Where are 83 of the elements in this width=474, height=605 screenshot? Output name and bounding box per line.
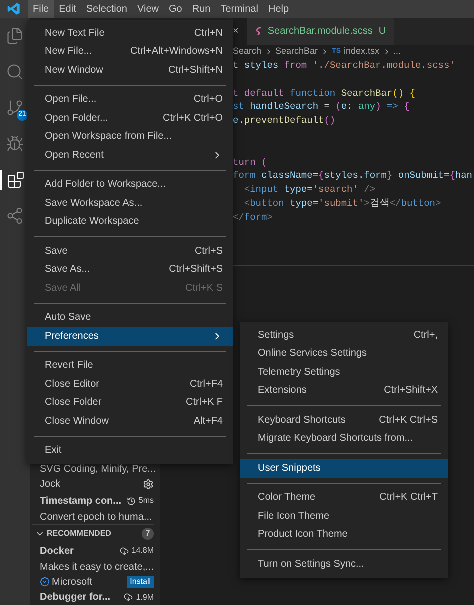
extension-description: SVG Coding, Minify, Pre... (40, 463, 154, 476)
sass-icon (254, 27, 264, 36)
menu-bar-item[interactable]: Edit (54, 0, 82, 18)
logo-icon (7, 2, 21, 16)
source-control-icon (6, 99, 24, 117)
menu-item[interactable]: Auto Save (27, 308, 233, 327)
remote-icon (6, 207, 24, 225)
menu-item[interactable]: Extensions Ctrl+Shift+X (240, 382, 448, 400)
menu-item[interactable]: Open Recent (27, 146, 233, 164)
extensions-icon (7, 171, 25, 189)
editor-tab[interactable]: SearchBar.module.scss U (246, 18, 394, 45)
menu-bar-item[interactable]: Terminal (216, 0, 264, 18)
code-line: </form> (233, 212, 273, 223)
verified-icon (40, 577, 50, 587)
extension-publisher: Microsoft (52, 576, 94, 590)
menu-bar-item[interactable]: Selection (81, 0, 132, 18)
menu-item[interactable]: Add Folder to Workspace... (27, 176, 233, 194)
tab-label: SearchBar.module.scss (268, 25, 373, 39)
menu-item[interactable]: Open File... Ctrl+O (27, 90, 233, 109)
breadcrumb-item[interactable]: SearchBar (276, 45, 318, 59)
menu-item[interactable]: New Text File Ctrl+N (27, 24, 233, 42)
code-line: turn ( (233, 156, 268, 168)
breadcrumb-item[interactable]: Search (233, 45, 262, 59)
menu-item[interactable]: New Window Ctrl+Shift+N (27, 61, 233, 80)
menu-item[interactable]: Close Window Alt+F4 (27, 412, 233, 430)
menu-item[interactable]: Preferences (27, 327, 233, 346)
menu-item[interactable]: New File... Ctrl+Alt+Windows+N (27, 42, 233, 61)
download-icon (120, 546, 129, 556)
menu-item[interactable]: Duplicate Workspace (27, 212, 233, 231)
menu-item[interactable]: Color Theme Ctrl+K Ctrl+T (240, 488, 448, 507)
extension-meta: 5ms (138, 495, 154, 507)
menu-item[interactable]: Close Editor Ctrl+F4 (27, 375, 233, 394)
count-badge: 7 (142, 528, 154, 540)
menu-bar-item[interactable]: View (132, 0, 164, 18)
extension-title[interactable]: Docker (40, 544, 117, 558)
extension-title[interactable]: Debugger for... (40, 590, 122, 605)
extension-meta: 1.9M (136, 592, 154, 604)
menu-item[interactable]: Save As... Ctrl+Shift+S (27, 260, 233, 279)
git-status: U (378, 25, 386, 39)
menu-item[interactable]: Turn on Settings Sync... (240, 555, 448, 574)
menu-item[interactable]: User Snippets (240, 459, 448, 478)
code-line: st handleSearch = (e: any) => { (233, 101, 410, 112)
section-title: RECOMMENDED (47, 528, 112, 540)
history-icon (126, 496, 136, 506)
extension-description: Convert epoch to huma... (40, 511, 154, 524)
breadcrumb-item[interactable]: index.tsx (344, 45, 380, 59)
menu-bar-item[interactable]: Run (187, 0, 216, 18)
install-button[interactable]: Install (127, 576, 154, 588)
menu-item[interactable]: Save Ctrl+S (27, 242, 233, 260)
close-button[interactable]: × (233, 18, 247, 45)
menu-item[interactable]: Open Workspace from File... (27, 128, 233, 146)
files-icon (6, 27, 24, 45)
run-icon (6, 135, 24, 153)
menu-item[interactable]: Migrate Keyboard Shortcuts from... (240, 430, 448, 448)
menu-item[interactable]: Open Folder... Ctrl+K Ctrl+O (27, 109, 233, 128)
extension-publisher: Jock (40, 478, 62, 492)
menu-bar-item[interactable]: Help (264, 0, 294, 18)
extension-title[interactable]: Timestamp con... (40, 494, 124, 508)
code-line: e.preventDefault() (233, 115, 336, 126)
menu-item[interactable]: Close Folder Ctrl+K F (27, 394, 233, 412)
menu-bar-item[interactable]: File (28, 0, 54, 18)
code-line: <input type='search' /> (243, 184, 376, 196)
code-line: form className={styles.form} onSubmit={han (233, 170, 472, 182)
menu-item[interactable]: Revert File (27, 356, 233, 375)
download-icon (124, 593, 134, 602)
settings-icon[interactable] (143, 478, 154, 490)
menu-item[interactable]: Settings Ctrl+, (240, 326, 448, 344)
code-line: <button type='submit'>검색</button> (243, 198, 442, 209)
menu-item[interactable]: Exit (27, 442, 233, 460)
menu-item[interactable]: Product Icon Theme (240, 526, 448, 544)
extension-description: Makes it easy to create,... (40, 561, 154, 574)
breadcrumb-item[interactable]: ... (394, 45, 402, 59)
code-line: t default function SearchBar() { (233, 88, 416, 99)
menu-item[interactable]: Online Services Settings (240, 344, 448, 363)
menu-item[interactable]: Telemetry Settings (240, 363, 448, 382)
section-header[interactable]: RECOMMENDED 7 (32, 524, 154, 542)
menu-item[interactable]: Save Workspace As... (27, 194, 233, 212)
menu-bar-item[interactable]: Go (164, 0, 188, 18)
extension-meta: 14.8M (132, 545, 154, 557)
menu-item[interactable]: Keyboard Shortcuts Ctrl+K Ctrl+S (240, 411, 448, 430)
code-line: t styles from './SearchBar.module.scss' (233, 60, 456, 71)
search-icon (6, 63, 24, 81)
menu-item[interactable]: File Icon Theme (240, 507, 448, 526)
